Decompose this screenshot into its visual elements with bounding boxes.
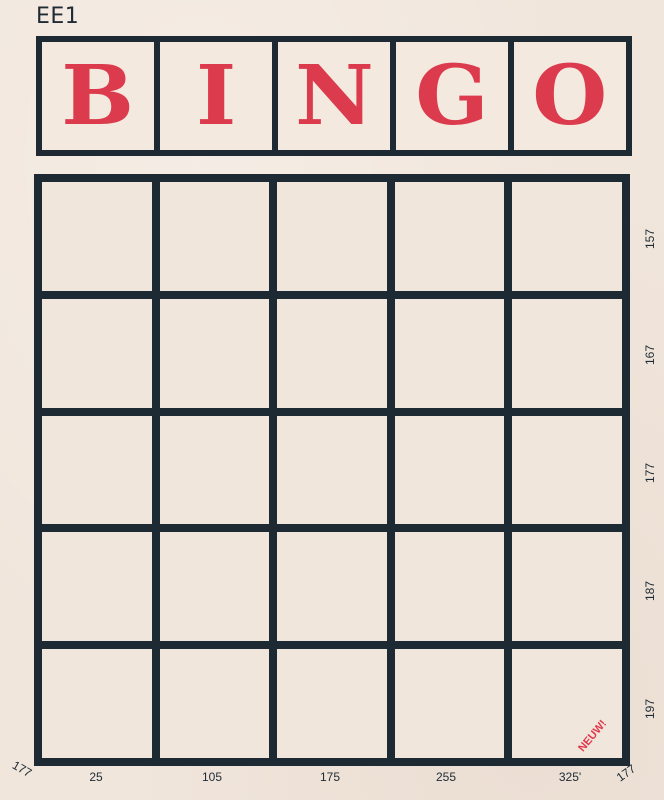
grid-cell-r2c5[interactable] <box>512 298 622 408</box>
bingo-grid <box>34 174 630 766</box>
grid-cell-r1c4[interactable] <box>394 182 505 291</box>
row-number-4: 187 <box>643 580 657 601</box>
grid-cell-r1c1[interactable] <box>42 182 152 291</box>
header-letter-g: G <box>415 48 489 144</box>
row-number-5: 197 <box>643 698 657 719</box>
header-letter-o: O <box>532 48 608 144</box>
grid-cell-r1c3[interactable] <box>277 182 387 291</box>
grid-cell-r3c2[interactable] <box>159 415 270 525</box>
grid-cell-r2c3[interactable] <box>277 298 387 408</box>
grid-cell-r5c4[interactable] <box>394 649 505 758</box>
grid-cell-r1c5[interactable] <box>512 182 622 291</box>
row-number-2: 167 <box>643 344 657 365</box>
grid-cell-r4c1[interactable] <box>42 532 152 642</box>
grid-cell-r5c2[interactable] <box>159 649 270 758</box>
grid-cell-r2c1[interactable] <box>42 298 152 408</box>
grid-cell-r2c4[interactable] <box>394 298 505 408</box>
grid-cell-r4c2[interactable] <box>159 532 270 642</box>
header-cell-g: G <box>396 42 514 150</box>
grid-cell-r3c3[interactable] <box>277 415 387 525</box>
bingo-header-row: B I N G O <box>36 36 632 156</box>
header-cell-o: O <box>514 42 626 150</box>
column-number-4: 255 <box>435 770 457 784</box>
column-number-5: 325' <box>558 770 582 784</box>
grid-cell-r4c5[interactable] <box>512 532 622 642</box>
grid-cell-r3c4[interactable] <box>394 415 505 525</box>
header-cell-n: N <box>278 42 396 150</box>
grid-cell-r5c3[interactable] <box>277 649 387 758</box>
corner-number-left: 177 <box>9 757 35 781</box>
grid-cell-r5c1[interactable] <box>42 649 152 758</box>
header-cell-b: B <box>42 42 160 150</box>
header-letter-n: N <box>294 48 374 144</box>
grid-cell-r3c1[interactable] <box>42 415 152 525</box>
header-letter-i: I <box>195 48 237 144</box>
grid-cell-r3c5[interactable] <box>512 415 622 525</box>
grid-cell-r1c2[interactable] <box>159 182 270 291</box>
grid-cell-r4c4[interactable] <box>394 532 505 642</box>
bingo-card: EE1 B I N G O 157 167 177 187 197 25 105… <box>0 0 664 800</box>
grid-cell-r4c3[interactable] <box>277 532 387 642</box>
header-cell-i: I <box>160 42 278 150</box>
row-number-3: 177 <box>643 462 657 483</box>
grid-cell-r2c2[interactable] <box>159 298 270 408</box>
card-code-label: EE1 <box>36 4 80 29</box>
column-number-1: 25 <box>89 770 103 784</box>
grid-cell-r5c5[interactable] <box>512 649 622 758</box>
row-number-1: 157 <box>643 228 657 249</box>
header-letter-b: B <box>61 48 135 144</box>
column-number-2: 105 <box>201 770 223 784</box>
column-number-3: 175 <box>319 770 341 784</box>
